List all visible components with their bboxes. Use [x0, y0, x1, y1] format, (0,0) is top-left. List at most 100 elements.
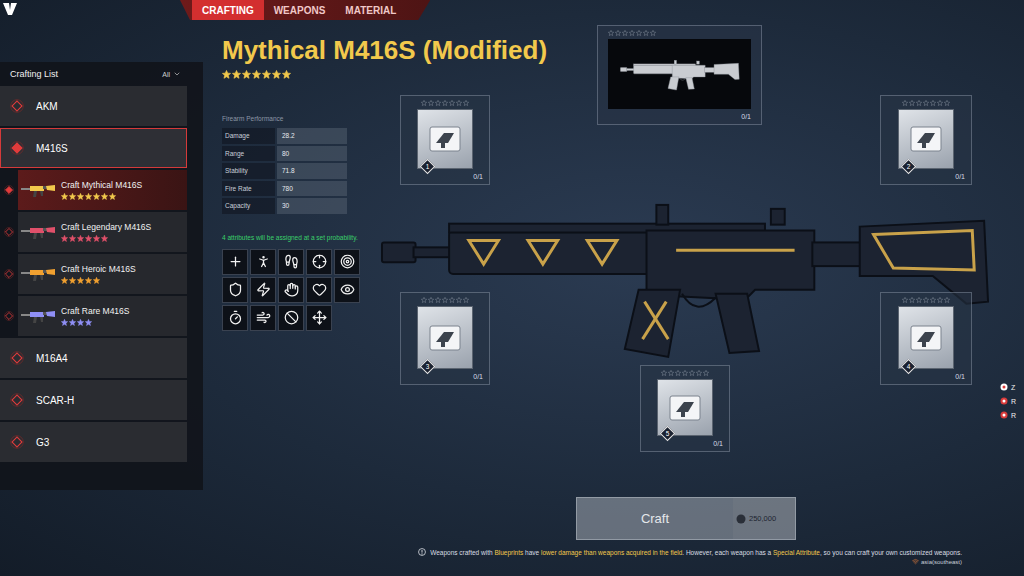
chevron-down-icon [173, 70, 181, 78]
attribute-cell[interactable] [250, 249, 276, 275]
star-icon [909, 297, 915, 303]
footer: Weapons crafted with Blueprints have low… [222, 540, 1024, 576]
star-icon [636, 30, 642, 36]
logo [0, 0, 20, 20]
star-icon [937, 100, 943, 106]
attribute-cell[interactable] [278, 249, 304, 275]
heal-icon [228, 254, 243, 269]
star-icon [916, 100, 922, 106]
nav-tab[interactable]: WEAPONS [264, 0, 336, 20]
star-icon [696, 370, 702, 376]
attribute-cell[interactable] [278, 305, 304, 331]
nav-tab[interactable]: CRAFTING [192, 0, 264, 20]
weapon-title: Mythical M416S (Modified) [222, 35, 597, 65]
attribute-cell[interactable] [250, 277, 276, 303]
star-icon [456, 297, 462, 303]
weapon-category[interactable]: G3 [0, 422, 187, 462]
recipe-text: Craft Mythical M416S [61, 180, 142, 200]
star-icon [69, 235, 76, 242]
star-icon [608, 30, 614, 36]
attribute-cell[interactable] [306, 249, 332, 275]
attribute-cell[interactable] [306, 277, 332, 303]
attribute-cell[interactable] [334, 249, 360, 275]
recipe-row[interactable]: Craft Mythical M416S [0, 170, 187, 210]
recipe-label: Craft Mythical M416S [61, 180, 142, 190]
attribute-cell[interactable] [334, 277, 360, 303]
star-icon [77, 193, 84, 200]
star-icon [93, 193, 100, 200]
attribute-cell[interactable] [306, 305, 332, 331]
star-icon [449, 297, 455, 303]
material-slot[interactable]: 30/1 [400, 292, 490, 385]
star-row [222, 70, 597, 79]
attribute-cell[interactable] [222, 305, 248, 331]
star-icon [222, 70, 231, 79]
weapon-category[interactable]: AKM [0, 86, 187, 126]
recipe-card: Craft Rare M416S [18, 296, 187, 336]
side-item-label: R [1011, 412, 1016, 419]
star-icon [944, 100, 950, 106]
star-icon [85, 319, 92, 326]
top-bar: CRAFTINGWEAPONSMATERIAL [0, 0, 1024, 20]
side-item[interactable]: R [1000, 411, 1024, 419]
star-icon [252, 70, 261, 79]
filter-dropdown[interactable]: All [162, 70, 181, 78]
recipe-row[interactable]: Craft Legendary M416S [0, 212, 187, 252]
attribute-cell[interactable] [222, 277, 248, 303]
attribute-cell[interactable] [222, 249, 248, 275]
blueprint-image [608, 39, 751, 109]
craft-button[interactable]: Craft250,000 [576, 497, 796, 540]
nav-tab[interactable]: MATERIAL [335, 0, 406, 20]
star-row [421, 100, 469, 106]
star-icon [435, 100, 441, 106]
material-card: 3 [417, 306, 473, 369]
category-label: SCAR-H [36, 395, 74, 406]
star-icon [449, 100, 455, 106]
blueprint-card-icon [909, 124, 943, 154]
recipe-label: Craft Rare M416S [61, 306, 130, 316]
stat-row: Stability71.8 [222, 163, 347, 179]
notice-segment: Special Attribute [773, 549, 820, 556]
weapon-category[interactable]: M16A4 [0, 338, 187, 378]
slot-number: 4 [902, 360, 915, 373]
slot-number: 3 [421, 360, 434, 373]
recipe-marker [0, 185, 18, 195]
material-card: 5 [657, 379, 713, 436]
blueprint-slot[interactable]: 0/1 [597, 25, 762, 125]
attribute-cell[interactable] [278, 277, 304, 303]
material-slot[interactable]: 40/1 [880, 292, 972, 385]
star-icon [61, 277, 68, 284]
recipe-text: Craft Heroic M416S [61, 264, 136, 284]
move-icon [312, 310, 327, 325]
side-item[interactable]: R [1000, 397, 1024, 405]
weapon-category[interactable]: SCAR-H [0, 380, 187, 420]
material-slot[interactable]: 10/1 [400, 95, 490, 185]
material-card: 4 [898, 306, 954, 369]
star-icon [109, 193, 116, 200]
star-icon [85, 235, 92, 242]
weapon-category[interactable]: M416S [0, 128, 187, 168]
reload-icon [228, 310, 243, 325]
star-icon [93, 235, 100, 242]
star-icon [902, 100, 908, 106]
diamond-icon [10, 141, 24, 155]
side-item-label: R [1011, 398, 1016, 405]
material-slot[interactable]: 50/1 [640, 365, 730, 452]
star-icon [69, 319, 76, 326]
material-slot[interactable]: 20/1 [880, 95, 972, 185]
star-row [61, 319, 130, 326]
notice-segment: , so you can craft your own customized w… [820, 549, 962, 556]
recipe-row[interactable]: Craft Heroic M416S [0, 254, 187, 294]
star-icon [85, 193, 92, 200]
side-item[interactable]: Z [1000, 383, 1024, 391]
star-icon [682, 370, 688, 376]
blueprint-card-icon [668, 393, 702, 423]
attribute-cell[interactable] [250, 305, 276, 331]
star-icon [242, 70, 251, 79]
side-item-label: Z [1011, 384, 1015, 391]
star-icon [61, 235, 68, 242]
star-icon [428, 100, 434, 106]
star-icon [435, 297, 441, 303]
star-icon [69, 193, 76, 200]
recipe-row[interactable]: Craft Rare M416S [0, 296, 187, 336]
